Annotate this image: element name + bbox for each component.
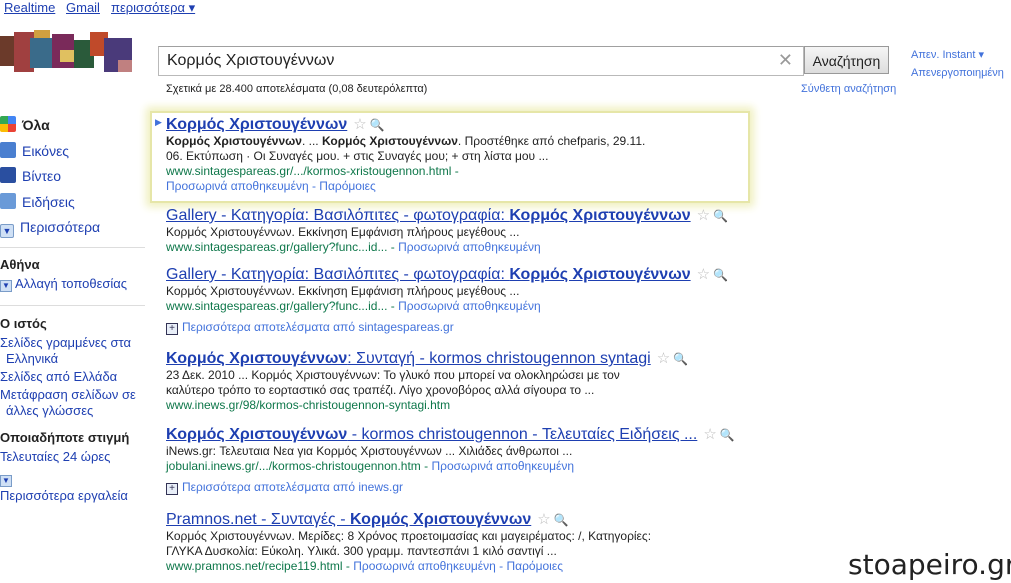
pages-in-greek-link-2[interactable]: Ελληνικά — [6, 351, 58, 366]
result-title[interactable]: Κορμός Χριστουγέννων: Συνταγή - kormos c… — [166, 350, 651, 367]
search-result: Κορμός Χριστουγέννων: Συνταγή - kormos c… — [166, 349, 766, 413]
search-button[interactable]: Αναζήτηση — [804, 46, 889, 74]
result-title[interactable]: Κορμός Χριστουγέννων — [166, 116, 347, 133]
search-result: Pramnos.net - Συνταγές - Κορμός Χριστουγ… — [166, 510, 766, 574]
result-url: www.sintagespareas.gr/.../kormos-xristou… — [166, 164, 459, 178]
search-result: Κορμός Χριστουγέννων ☆ 🔍 Κορμός Χριστουγέν… — [166, 115, 766, 194]
more-results-link[interactable]: + Περισσότερα αποτελέσματα από sintagespa… — [166, 320, 454, 335]
sidebar-item-all[interactable]: Όλα — [0, 116, 50, 133]
search-result: Gallery - Κατηγορία: Βασιλόπιτες - φωτογ… — [166, 265, 766, 314]
google-logo-doodle[interactable] — [0, 30, 132, 80]
search-input[interactable]: Κορμός Χριστουγέννων ✕ — [158, 46, 804, 76]
result-snippet-line2: καλύτερο τρόπο το εορταστικό σας τραπέζι… — [166, 383, 595, 397]
result-title[interactable]: Gallery - Κατηγορία: Βασιλόπιτες - φωτογ… — [166, 266, 691, 283]
change-location-link[interactable]: ▼ Αλλαγή τοποθεσίας — [0, 276, 127, 292]
star-icon[interactable]: ☆ — [657, 350, 670, 367]
all-icon — [0, 116, 16, 132]
pages-from-greece-link[interactable]: Σελίδες από Ελλάδα — [0, 369, 117, 384]
instant-settings: Απεν. Instant ▾ Απενεργοποιημένη — [911, 46, 1004, 82]
translate-pages-link[interactable]: Μετάφραση σελίδων σε — [0, 387, 136, 402]
result-snippet: iNews.gr: Τελευταια Νεα για Κορμός Χριστ… — [166, 444, 573, 458]
sidebar-item-images[interactable]: Εικόνες — [0, 142, 69, 159]
location-heading: Αθήνα — [0, 257, 40, 272]
result-snippet-line2: 06. Εκτύπωση · Οι Συναγές μου. + στις Συ… — [166, 149, 549, 163]
sidebar-item-more[interactable]: ▼ Περισσότερα — [0, 219, 100, 238]
instant-state[interactable]: Απενεργοποιημένη — [911, 64, 1004, 82]
clear-icon[interactable]: ✕ — [778, 50, 793, 71]
plus-icon: + — [166, 483, 178, 495]
instant-toggle[interactable]: Απεν. Instant ▾ — [911, 46, 1004, 64]
more-tools-link[interactable]: Περισσότερα εργαλεία — [0, 488, 128, 503]
result-cache-link[interactable]: Προσωρινά αποθηκευμένη - Παρόμοιες — [166, 179, 766, 194]
result-url: jobulani.inews.gr/.../kormos-christougen… — [166, 459, 575, 473]
result-cache-link[interactable]: Προσωρινά αποθηκευμένη - Παρόμοιες — [353, 559, 563, 573]
watermark: stoapeiro.gr — [848, 548, 1011, 581]
chevron-down-icon: ▼ — [0, 475, 12, 487]
more-link[interactable]: περισσότερα ▾ — [111, 0, 195, 16]
star-icon[interactable]: ☆ — [703, 426, 716, 443]
result-pointer-icon: ▶ — [155, 117, 162, 127]
more-results-link[interactable]: + Περισσότερα αποτελέσματα από inews.gr — [166, 480, 403, 495]
result-title[interactable]: Pramnos.net - Συνταγές - Κορμός Χριστουγ… — [166, 511, 531, 528]
result-snippet: Κορμός Χριστουγέννων. ... Κορμός Χριστου… — [166, 134, 646, 148]
result-snippet: Κορμός Χριστουγέννων. Μερίδες: 8 Χρόνος … — [166, 529, 652, 543]
plus-icon: + — [166, 323, 178, 335]
divider — [0, 247, 145, 248]
magnifier-icon[interactable]: 🔍 — [720, 428, 735, 442]
star-icon[interactable]: ☆ — [697, 266, 710, 283]
result-cache-link[interactable]: Προσωρινά αποθηκευμένη — [431, 459, 574, 473]
result-url: www.pramnos.net/recipe119.html - Προσωρι… — [166, 559, 563, 573]
star-icon[interactable]: ☆ — [697, 207, 710, 224]
star-icon[interactable]: ☆ — [353, 116, 366, 133]
web-heading: Ο ιστός — [0, 316, 47, 331]
magnifier-icon[interactable]: 🔍 — [673, 352, 688, 366]
search-result: Κορμός Χριστουγέννων - kormos christouge… — [166, 425, 766, 474]
magnifier-icon[interactable]: 🔍 — [713, 268, 728, 282]
result-title[interactable]: Κορμός Χριστουγέννων - kormos christouge… — [166, 426, 697, 443]
search-query[interactable]: Κορμός Χριστουγέννων — [167, 52, 334, 70]
result-url: www.sintagespareas.gr/gallery?func...id.… — [166, 240, 541, 254]
translate-pages-link-2[interactable]: άλλες γλώσσες — [6, 403, 93, 418]
result-snippet: 23 Δεκ. 2010 ... Κορμός Χριστουγέννων: Τ… — [166, 368, 620, 382]
images-icon — [0, 142, 16, 158]
result-title[interactable]: Gallery - Κατηγορία: Βασιλόπιτες - φωτογ… — [166, 207, 691, 224]
result-snippet: Κορμός Χριστουγέννων. Εκκίνηση Εμφάνιση … — [166, 225, 520, 239]
star-icon[interactable]: ☆ — [537, 511, 550, 528]
last-24-hours-link[interactable]: Τελευταίες 24 ώρες — [0, 449, 110, 464]
search-result: Gallery - Κατηγορία: Βασιλόπιτες - φωτογ… — [166, 206, 766, 255]
result-stats: Σχετικά με 28.400 αποτελέσματα (0,08 δευ… — [166, 83, 428, 95]
more-tools-toggle[interactable]: ▼ — [0, 471, 15, 487]
magnifier-icon[interactable]: 🔍 — [370, 118, 385, 132]
realtime-link[interactable]: Realtime — [4, 0, 55, 15]
sidebar-item-news[interactable]: Ειδήσεις — [0, 193, 75, 210]
video-icon — [0, 167, 16, 183]
result-cache-link[interactable]: Προσωρινά αποθηκευμένη — [398, 240, 541, 254]
news-icon — [0, 193, 16, 209]
advanced-search-link[interactable]: Σύνθετη αναζήτηση — [801, 83, 896, 95]
chevron-down-icon: ▼ — [0, 280, 12, 292]
result-snippet-line2: ΓΛΥΚΑ Δυσκολία: Εύκολη. Υλικά. 300 γραμμ… — [166, 544, 557, 558]
result-snippet: Κορμός Χριστουγέννων. Εκκίνηση Εμφάνιση … — [166, 284, 520, 298]
pages-in-greek-link[interactable]: Σελίδες γραμμένες στα — [0, 335, 131, 350]
result-cache-link[interactable]: Προσωρινά αποθηκευμένη — [398, 299, 541, 313]
result-url: www.sintagespareas.gr/gallery?func...id.… — [166, 299, 541, 313]
divider — [0, 305, 145, 306]
magnifier-icon[interactable]: 🔍 — [713, 209, 728, 223]
magnifier-icon[interactable]: 🔍 — [554, 513, 569, 527]
gmail-link[interactable]: Gmail — [66, 0, 100, 15]
result-url: www.inews.gr/98/kormos-christougennon-sy… — [166, 398, 451, 412]
sidebar-item-videos[interactable]: Βίντεο — [0, 167, 61, 184]
chevron-down-icon: ▼ — [0, 224, 14, 238]
time-heading: Οποιαδήποτε στιγμή — [0, 430, 130, 445]
